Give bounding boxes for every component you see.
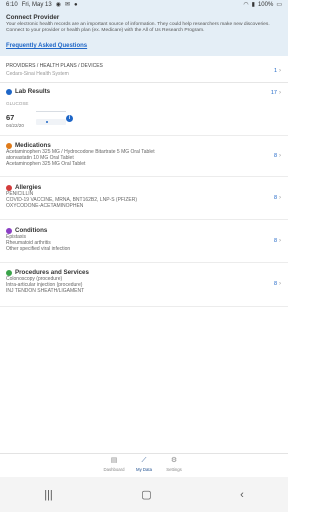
nav-dashboard-label: Dashboard — [103, 467, 125, 472]
glucose-date: 04/22/20 — [6, 123, 24, 128]
battery-level: 100% — [257, 2, 274, 8]
conditions-count-value: 8 — [273, 238, 277, 244]
range-line — [36, 111, 66, 112]
system-nav-bar: ||| ▢ ‹ — [0, 477, 288, 512]
chevron-right-icon: › — [279, 238, 281, 244]
info-icon[interactable]: i — [66, 115, 73, 122]
providers-count[interactable]: 1 › — [274, 68, 281, 74]
lab-results-count[interactable]: 17 › — [271, 90, 281, 96]
allergies-count[interactable]: 8 › — [274, 195, 281, 201]
procedures-section[interactable]: Procedures and Services Colonoscopy (pro… — [0, 267, 288, 307]
chevron-right-icon: › — [279, 68, 281, 74]
providers-title: PROVIDERS / HEALTH PLANS / DEVICES — [6, 63, 103, 69]
conditions-section[interactable]: Conditions Epistaxis Rheumatoid arthriti… — [0, 225, 288, 263]
nav-my-data[interactable]: ⟋ My Data — [132, 454, 156, 477]
home-icon[interactable]: ▢ — [141, 488, 151, 501]
battery-icon: ▭ — [276, 2, 282, 8]
procedures-count[interactable]: 8 › — [274, 281, 281, 287]
allergies-count-value: 8 — [273, 195, 277, 201]
conditions-title: Conditions — [15, 227, 48, 234]
chevron-right-icon: › — [279, 195, 281, 201]
conditions-count[interactable]: 8 › — [274, 238, 281, 244]
lab-count-value: 17 — [270, 90, 277, 96]
range-bar — [36, 119, 66, 125]
faq-link[interactable]: Frequently Asked Questions — [6, 43, 87, 49]
wifi-icon: ◠ — [243, 2, 249, 8]
connect-title: Connect Provider — [6, 14, 60, 21]
glucose-value: 67 — [6, 113, 15, 122]
medication-icon — [6, 142, 12, 149]
chevron-right-icon: › — [279, 153, 281, 159]
notification-icon: ◉ — [55, 2, 61, 8]
signal-icon: ▮ — [251, 2, 255, 8]
medications-count-value: 8 — [273, 153, 277, 159]
list-item: Acetaminophen 325 MG Oral Tablet — [6, 161, 86, 168]
nav-settings[interactable]: ⚙ Settings — [162, 454, 186, 477]
nav-my-data-label: My Data — [136, 467, 152, 472]
recent-apps-icon[interactable]: ||| — [44, 489, 53, 501]
medications-count[interactable]: 8 › — [274, 153, 281, 159]
medications-title: Medications — [15, 142, 51, 149]
back-icon[interactable]: ‹ — [240, 489, 244, 501]
notification-icon-3: ● — [73, 2, 78, 8]
procedure-icon — [6, 269, 12, 276]
nav-dashboard[interactable]: ▤ Dashboard — [102, 454, 126, 477]
list-item: INJ TENDON SHEATH/LIGAMENT — [6, 288, 85, 295]
lab-icon — [6, 88, 12, 95]
providers-count-value: 1 — [273, 68, 277, 74]
notification-icon-2: ✉ — [64, 2, 70, 8]
allergies-title: Allergies — [15, 184, 42, 191]
connect-text: Your electronic health records are an im… — [6, 22, 270, 33]
providers-row[interactable]: PROVIDERS / HEALTH PLANS / DEVICES Cedar… — [0, 59, 288, 83]
bottom-nav: ▤ Dashboard ⟋ My Data ⚙ Settings — [0, 453, 288, 477]
status-bar: 6:10 Fri, May 13 ◉ ✉ ● ◠ ▮ 100% ▭ — [0, 0, 288, 10]
connect-provider-banner: Connect Provider Your electronic health … — [0, 10, 288, 56]
range-marker — [46, 121, 48, 123]
status-date: Fri, May 13 — [21, 2, 52, 8]
chevron-right-icon: › — [279, 90, 281, 96]
condition-icon — [6, 227, 12, 234]
medications-section[interactable]: Medications Acetaminophen 325 MG / Hydro… — [0, 140, 288, 177]
procedures-title: Procedures and Services — [15, 269, 89, 276]
list-item: OXYCODONE-ACETAMINOPHEN — [6, 203, 84, 210]
providers-subtitle: Cedars-Sinai Health System — [6, 71, 69, 77]
dashboard-icon: ▤ — [110, 457, 118, 464]
nav-settings-label: Settings — [166, 467, 182, 472]
status-time: 6:10 — [6, 2, 18, 8]
procedures-count-value: 8 — [273, 281, 277, 287]
gear-icon: ⚙ — [170, 457, 178, 464]
lab-results-title: Lab Results — [15, 88, 51, 95]
list-item: Other specified viral infection — [6, 246, 71, 253]
allergy-icon — [6, 184, 12, 191]
allergies-section[interactable]: Allergies PENICILLIN COVID-19 VACCINE, M… — [0, 182, 288, 220]
chevron-right-icon: › — [279, 281, 281, 287]
glucose-label: GLUCOSE — [6, 101, 29, 106]
chart-line-icon: ⟋ — [141, 457, 147, 464]
